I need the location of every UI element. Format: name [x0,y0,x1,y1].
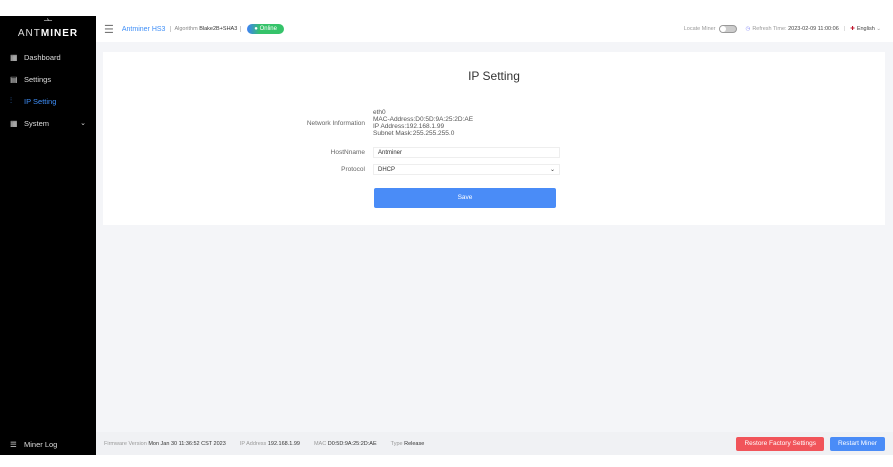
sidebar-item-label: System [24,118,50,128]
locate-miner-label: Locate Miner [683,26,716,32]
algorithm-label: Algorithm [174,26,198,32]
network-info-label: Network Information [306,120,365,127]
dashboard-icon: ▦ [10,52,18,62]
language-select[interactable]: English [857,26,875,32]
sidebar-item-dashboard[interactable]: ▦ Dashboard [0,46,96,68]
mac-address: MAC-Address:D0:5D:9A:25:2D:AE [373,116,474,123]
main-content: IP Setting Network Information eth0 MAC-… [96,42,893,432]
log-icon: ☰ [10,439,17,449]
protocol-label: Protocol [341,166,365,173]
type-value: Release [404,440,425,447]
sidebar-item-system[interactable]: ▦ System ⌄ [0,112,96,134]
model-name: Antminer HS3 [121,25,166,33]
sidebar: ⼇ ANTMINER ▦ Dashboard ▤ Settings ⫶ IP Sett… [0,16,96,455]
logo: ⼇ ANTMINER [0,16,96,46]
restore-factory-button[interactable]: Restore Factory Settings [736,436,824,451]
sidebar-item-label: IP Setting [24,96,57,106]
restart-miner-button[interactable]: Restart Miner [829,436,885,451]
page-title: IP Setting [468,69,520,83]
ip-label: IP Address [239,440,267,447]
clock-icon: ◷ [745,26,751,32]
status-text: Online [259,26,277,32]
mac-label: MAC [313,440,327,447]
system-icon: ▦ [10,118,18,128]
save-button[interactable]: Save [374,188,556,208]
refresh-label: Refresh Time: [752,26,787,32]
status-badge: ● Online [247,24,284,34]
flag-icon: ✚ [850,26,855,32]
chevron-down-icon: ⌄ [549,167,555,173]
ip-address: IP Address:192.168.1.99 [373,123,445,130]
sidebar-item-label: Settings [24,74,52,84]
sidebar-item-ip-setting[interactable]: ⫶ IP Setting [0,90,96,112]
sidebar-item-label: Miner Log [24,439,58,449]
hostname-label: HostNname [330,149,365,156]
sidebar-item-settings[interactable]: ▤ Settings [0,68,96,90]
sidebar-item-miner-log[interactable]: ☰ Miner Log [0,433,96,455]
algorithm-value: Blake2B+SHA3 [199,26,238,32]
header: ☰ Antminer HS3 Algorithm Blake2B+SHA3 ● … [96,16,893,42]
locate-miner-toggle[interactable] [718,25,737,33]
interface: eth0 [373,109,386,116]
sidebar-item-label: Dashboard [24,52,61,62]
refresh-time: 2023-02-09 11:00:06 [788,26,839,32]
ip-setting-card: IP Setting Network Information eth0 MAC-… [103,52,885,225]
menu-icon[interactable]: ☰ [104,23,114,36]
network-info: eth0 MAC-Address:D0:5D:9A:25:2D:AE IP Ad… [373,109,473,137]
mac-value: D0:5D:9A:25:2D:AE [327,440,377,447]
sliders-icon: ⫶ [10,96,12,105]
type-label: Type [390,440,403,447]
logo-text-bold: MINER [40,28,79,39]
footer: Firmware Version Mon Jan 30 11:36:52 CST… [96,432,893,455]
ip-value: 192.168.1.99 [267,440,300,447]
firmware-label: Firmware Version [104,440,147,447]
hostname-input[interactable]: Antminer [373,147,560,158]
logo-mark-icon: ⼇ [43,18,53,28]
protocol-value: DHCP [378,166,396,173]
subnet-mask: Subnet Mask:255.255.255.0 [373,130,455,137]
chevron-down-icon: ⌄ [80,120,86,127]
protocol-select[interactable]: DHCP ⌄ [373,164,560,175]
settings-icon: ▤ [10,74,18,84]
firmware-version: Mon Jan 30 11:36:52 CST 2023 [148,440,226,447]
chevron-down-icon: ⌄ [874,26,881,32]
logo-text: ANT [17,28,41,39]
algorithm-info: Algorithm Blake2B+SHA3 [170,26,242,32]
